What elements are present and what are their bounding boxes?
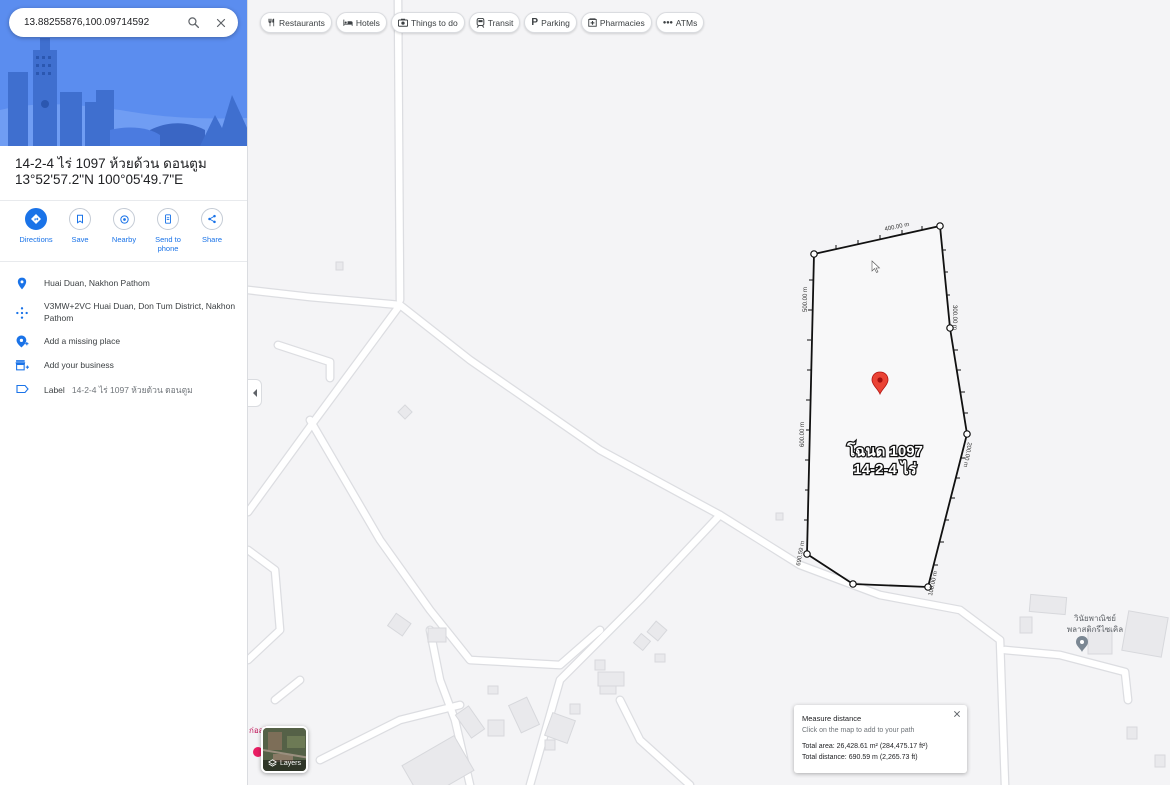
send-to-phone-icon[interactable] [157,208,179,230]
info-plus-code-row[interactable]: V3MW+2VC Huai Duan, Don Tum District, Na… [0,300,247,324]
send-to-phone-label: Send to phone [155,235,181,253]
info-location-text: Huai Duan, Nakhon Pathom [44,278,150,288]
label-tag-icon [0,384,44,394]
send-to-phone-button[interactable]: Send to phone [146,208,190,253]
add-missing-place-text: Add a missing place [44,336,121,346]
share-icon[interactable] [201,208,223,230]
directions-label: Directions [19,235,53,244]
add-location-icon [0,335,44,348]
info-location-row[interactable]: Huai Duan, Nakhon Pathom [0,277,247,290]
plot-label-line2: 14-2-4 ไร่ [853,459,917,478]
atm-icon: ●●● [662,19,673,26]
map-background [248,0,1170,785]
plus-code-icon [0,300,44,320]
chip-label: Transit [487,17,514,28]
divider [0,261,247,262]
chip-label: Parking [541,17,570,28]
info-plus-code-text: V3MW+2VC Huai Duan, Don Tum District, Na… [44,301,236,323]
segment-label: 300.00 m [951,305,957,330]
close-icon[interactable] [953,710,961,718]
save-label: Save [71,235,89,244]
place-name: 14-2-4 ไร่ 1097 ห้วยด้วน ดอนตูม [15,156,207,171]
add-missing-place-row[interactable]: Add a missing place [0,335,247,348]
poi-name-line1: วินัยพาณิชย์ [1074,613,1116,623]
action-buttons: Directions Save Nearby Send to phone Sha… [14,208,244,253]
vertex-handle[interactable] [803,550,811,558]
vertex-handle[interactable] [810,250,818,258]
layers-label: Layers [279,760,301,767]
measure-total-distance: Total distance: 690.59 m (2,265.73 ft) [802,754,918,761]
nearby-icon[interactable] [113,208,135,230]
pharmacy-icon [588,18,597,27]
layers-icon [267,759,277,767]
chip-things-to-do[interactable]: Things to do [390,12,465,33]
add-business-row[interactable]: Add your business [0,359,247,371]
chip-label: Pharmacies [599,17,645,28]
nearby-button[interactable]: Nearby [102,208,146,253]
map-canvas[interactable]: 400.00 m 300.00 m 200.00 m 100.00 m 500.… [248,0,1170,785]
add-business-text: Add your business [44,360,114,370]
vertex-handle[interactable] [849,580,857,588]
nearby-label: Nearby [111,235,137,244]
directions-icon[interactable] [25,208,47,230]
maps-window: 400.00 m 300.00 m 200.00 m 100.00 m 500.… [0,0,1170,785]
vertex-handle[interactable] [936,222,944,230]
parking-icon: P [531,17,539,28]
save-button[interactable]: Save [58,208,102,253]
chip-transit[interactable]: Transit [468,12,521,33]
bookmark-icon[interactable] [69,208,91,230]
chip-label: Things to do [410,17,458,28]
measure-distance-card: Measure distance Click on the map to add… [794,705,967,773]
category-chips: Restaurants Hotels Things to do Transit … [260,12,708,33]
chip-atms[interactable]: ●●● ATMs [655,12,705,33]
bed-icon [343,19,353,26]
chevron-left-icon[interactable] [252,389,258,397]
measure-total-area: Total area: 26,428.61 m² (284,475.17 ft²… [802,743,928,750]
chip-hotels[interactable]: Hotels [335,12,387,33]
label-value: 14-2-4 ไร่ 1097 ห้วยด้วน ดอนตูม [71,385,193,395]
close-measure-button[interactable] [951,708,963,720]
search-input[interactable]: 13.88255876,100.09714592 [24,17,182,28]
search-box[interactable]: 13.88255876,100.09714592 [9,8,238,37]
segment-label: 500.00 m [803,287,809,312]
place-side-panel: 13.88255876,100.09714592 14-2-4 ไร่ 1097… [0,0,248,785]
place-coordinates: 13°52'57.2"N 100°05'49.7"E [15,172,184,187]
segment-label: 600.00 m [800,422,806,447]
chip-label: ATMs [675,17,698,28]
chip-label: Restaurants [279,17,325,28]
poi-name-line2: พลาสติกรีไซเคิล [1067,625,1123,634]
share-button[interactable]: Share [190,208,234,253]
chip-label: Hotels [355,17,380,28]
layers-button[interactable]: Layers [261,726,308,773]
search-icon[interactable] [182,12,204,34]
directions-button[interactable]: Directions [14,208,58,253]
layers-label-row: Layers [263,759,306,768]
add-business-icon [0,359,44,371]
fork-knife-icon [268,18,275,27]
collapse-panel-button[interactable] [248,379,262,407]
label-key: Label [44,385,65,395]
train-icon [476,17,485,28]
close-icon[interactable] [210,12,232,34]
vertex-handle[interactable] [963,430,971,438]
plot-label-line1: โฉนด 1097 [846,441,923,460]
chip-parking[interactable]: P Parking [524,12,577,33]
place-title: 14-2-4 ไร่ 1097 ห้วยด้วน ดอนตูม 13°52'57… [15,156,240,188]
measure-hint: Click on the map to add to your path [802,727,915,734]
plot-label: โฉนด 1097 14-2-4 ไร่ [845,440,924,480]
label-text: Label 14-2-4 ไร่ 1097 ห้วยด้วน ดอนตูม [44,384,239,396]
measure-title: Measure distance [802,714,862,723]
divider [0,200,247,201]
share-label: Share [201,235,222,244]
label-row[interactable]: Label 14-2-4 ไร่ 1097 ห้วยด้วน ดอนตูม [0,384,247,396]
chip-pharmacies[interactable]: Pharmacies [580,12,652,33]
camera-icon [397,18,408,27]
location-marker-icon [0,277,44,290]
chip-restaurants[interactable]: Restaurants [260,12,332,33]
